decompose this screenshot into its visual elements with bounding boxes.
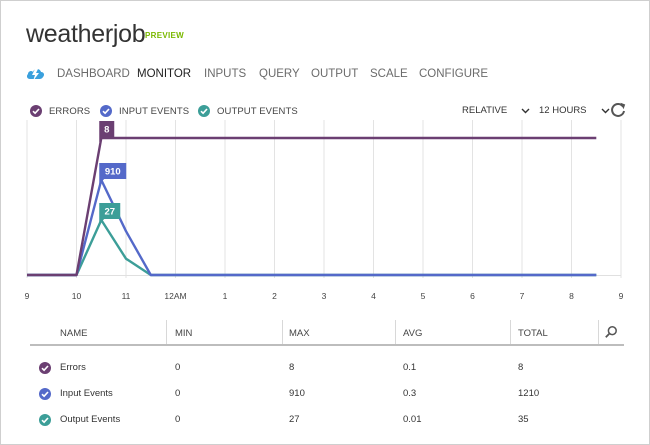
legend-label: ERRORS <box>49 105 91 117</box>
col-total[interactable]: TOTAL <box>518 328 548 339</box>
x-tick-label: 5 <box>421 291 426 301</box>
row-total: 1210 <box>518 388 540 399</box>
row-min: 0 <box>175 362 181 373</box>
time-mode-value: RELATIVE <box>462 105 508 116</box>
col-avg[interactable]: AVG <box>403 328 422 339</box>
legend-output-events[interactable]: OUTPUT EVENTS <box>198 104 298 118</box>
row-name: Input Events <box>60 388 113 399</box>
col-divider <box>395 320 396 344</box>
x-tick-label: 9 <box>25 291 30 301</box>
preview-badge: PREVIEW <box>145 31 184 40</box>
chevron-down-icon <box>521 108 530 113</box>
row-min: 0 <box>175 388 181 399</box>
check-icon <box>30 105 42 117</box>
row-total: 35 <box>518 414 529 425</box>
x-tick-label: 6 <box>470 291 475 301</box>
check-icon[interactable] <box>39 414 51 426</box>
legend-input-events[interactable]: INPUT EVENTS <box>100 104 189 118</box>
legend-label: INPUT EVENTS <box>119 105 190 117</box>
tab-output[interactable]: OUTPUT <box>311 68 358 80</box>
check-icon <box>198 105 210 117</box>
check-icon[interactable] <box>39 388 51 400</box>
x-tick-label: 11 <box>122 291 131 301</box>
monitor-chart: 9 10 11 12AM 1 2 3 4 5 6 7 8 9891027 <box>25 120 624 301</box>
row-avg: 0.01 <box>403 414 422 425</box>
tab-inputs[interactable]: INPUTS <box>204 68 246 80</box>
x-tick-label: 3 <box>322 291 327 301</box>
legend-label: OUTPUT EVENTS <box>217 105 298 117</box>
x-tick-label: 10 <box>72 291 82 301</box>
col-divider <box>166 320 167 344</box>
search-icon[interactable] <box>604 325 618 339</box>
col-divider <box>598 320 599 344</box>
col-name[interactable]: NAME <box>60 328 87 339</box>
row-avg: 0.3 <box>403 388 417 399</box>
x-tick-label: 9 <box>619 291 624 301</box>
cloud-stream-icon[interactable] <box>26 66 46 82</box>
tab-monitor[interactable]: MONITOR <box>137 68 191 80</box>
x-tick-label: 7 <box>520 291 525 301</box>
row-name: Output Events <box>60 414 121 425</box>
col-divider <box>510 320 511 344</box>
data-callout: 910 <box>99 163 127 184</box>
callout-label: 910 <box>105 167 121 178</box>
tab-query[interactable]: QUERY <box>259 68 300 80</box>
callout-label: 8 <box>104 125 109 136</box>
refresh-icon[interactable] <box>609 101 627 119</box>
row-min: 0 <box>175 414 181 425</box>
col-divider <box>282 320 283 344</box>
range-select[interactable]: 12 HOURS <box>539 105 610 116</box>
row-total: 8 <box>518 362 524 373</box>
table-row[interactable]: Input Events 0 910 0.3 1210 <box>30 384 624 404</box>
check-icon[interactable] <box>39 362 51 374</box>
tab-dashboard[interactable]: DASHBOARD <box>57 68 130 80</box>
x-tick-label: 2 <box>272 291 277 301</box>
x-tick-label: 12AM <box>164 291 186 301</box>
time-mode-select[interactable]: RELATIVE <box>462 105 530 116</box>
row-max: 8 <box>289 362 295 373</box>
series-line[interactable] <box>27 218 597 277</box>
row-max: 910 <box>289 388 305 399</box>
tab-scale[interactable]: SCALE <box>370 68 408 80</box>
col-max[interactable]: MAX <box>289 328 310 339</box>
table-row[interactable]: Errors 0 8 0.1 8 <box>30 358 624 378</box>
legend-errors[interactable]: ERRORS <box>30 104 90 118</box>
series-line[interactable] <box>27 178 597 277</box>
range-value: 12 HOURS <box>539 105 587 116</box>
callout-label: 27 <box>104 207 115 218</box>
page-title: weatherjob <box>26 20 146 48</box>
table-header: NAME MIN MAX AVG TOTAL <box>30 320 624 346</box>
tab-configure[interactable]: CONFIGURE <box>419 68 488 80</box>
row-max: 27 <box>289 414 300 425</box>
table-row[interactable]: Output Events 0 27 0.01 35 <box>30 410 624 430</box>
x-tick-label: 4 <box>371 291 376 301</box>
check-icon <box>100 105 112 117</box>
x-tick-label: 8 <box>569 291 574 301</box>
row-avg: 0.1 <box>403 362 417 373</box>
col-min[interactable]: MIN <box>175 328 192 339</box>
x-tick-label: 1 <box>223 291 228 301</box>
row-name: Errors <box>60 362 86 373</box>
